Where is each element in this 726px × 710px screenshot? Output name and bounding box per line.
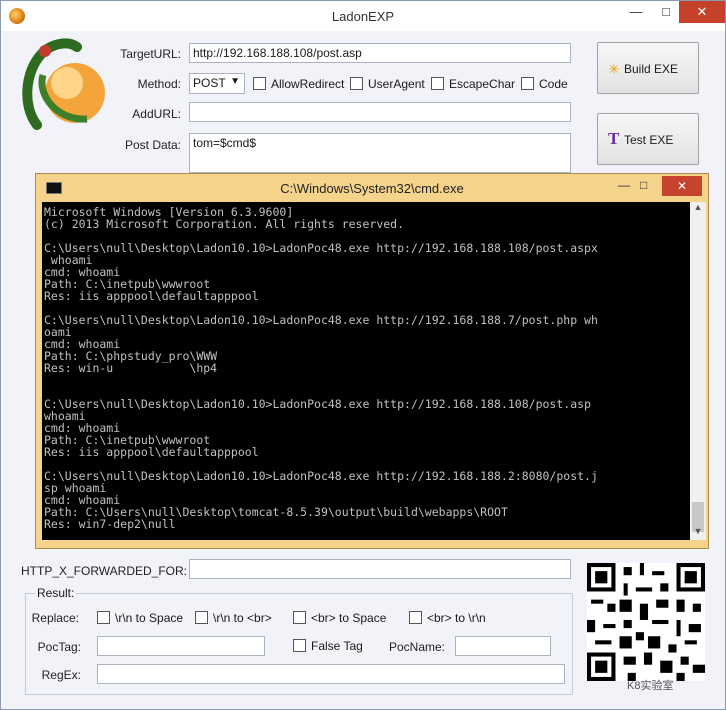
br-to-rn-label: <br> to \r\n [427,611,486,625]
http-x-forwarded-input[interactable] [189,559,571,579]
cmd-window[interactable]: C:\Windows\System32\cmd.exe — □ ✕ Micros… [35,173,709,549]
regex-input[interactable] [97,664,565,684]
post-data-textarea[interactable]: tom=$cmd$ [189,133,571,173]
close-button[interactable]: ✕ [679,1,725,23]
http-x-forwarded-label: HTTP_X_FORWARDED_FOR: [21,564,188,578]
cmd-maximize-button[interactable]: □ [640,178,647,192]
build-exe-label: Build EXE [624,62,679,76]
console-line: Res: win-u \hp4 [44,361,218,375]
test-exe-label: Test EXE [624,133,674,147]
allow-redirect-label: AllowRedirect [271,77,345,91]
false-tag-label: False Tag [311,639,363,653]
pocname-input[interactable] [455,636,551,656]
console-scrollbar[interactable]: ▲ ▼ [690,202,706,540]
maximize-button[interactable]: □ [651,1,681,23]
code-checkbox[interactable] [521,77,534,90]
poctag-label: PocTag: [37,640,81,654]
target-url-label: TargetURL: [120,47,181,61]
watermark-text: K8实验室 [627,680,674,692]
allow-redirect-checkbox[interactable] [253,77,266,90]
chevron-down-icon: ▼ [230,76,240,87]
minimize-button[interactable]: — [621,1,651,23]
dragon-logo-icon [22,38,105,130]
console-line: C:\Users\null\Desktop\Ladon10.10>LadonPo… [44,469,598,483]
user-agent-label: UserAgent [368,77,425,91]
method-select[interactable]: POST ▼ [189,73,245,94]
method-select-value: POST [193,76,226,90]
cmd-close-button[interactable]: ✕ [662,176,702,196]
br-to-space-checkbox[interactable] [293,611,306,624]
post-data-label: Post Data: [124,138,181,152]
cmd-title: C:\Windows\System32\cmd.exe [280,181,464,196]
scroll-down-icon[interactable]: ▼ [690,526,706,540]
pocname-label: PocName: [388,640,445,654]
escape-char-checkbox[interactable] [431,77,444,90]
console-line: oami [44,325,72,339]
poctag-input[interactable] [97,636,265,656]
console-line: (c) 2013 Microsoft Corporation. All righ… [44,217,405,231]
rn-to-space-label: \r\n to Space [115,611,184,625]
replace-label: Replace: [31,611,79,625]
qr-code-icon [587,563,705,681]
console-line: C:\Users\null\Desktop\Ladon10.10>LadonPo… [44,241,598,255]
test-exe-button[interactable]: T Test EXE [597,113,699,165]
console-line: Res: iis apppool\defaultapppool [44,445,259,459]
regex-label: RegEx: [41,668,81,682]
app-window: LadonEXP — □ ✕ TargetURL: http://192.168… [0,0,726,710]
console-line: C:\Users\null\Desktop\Ladon10.10>LadonPo… [44,397,591,411]
console-line: whoami [44,253,93,267]
console-line: whoami [44,409,86,423]
sparkle-icon: ✳ [608,61,620,77]
scroll-up-icon[interactable]: ▲ [690,202,706,216]
build-exe-button[interactable]: ✳ Build EXE [597,42,699,94]
rn-to-br-checkbox[interactable] [195,611,208,624]
console-line: Res: iis apppool\defaultapppool [44,289,259,303]
user-agent-checkbox[interactable] [350,77,363,90]
br-to-space-label: <br> to Space [311,611,387,625]
console-line: sp whoami [44,481,107,495]
br-to-rn-checkbox[interactable] [409,611,422,624]
add-url-input[interactable] [189,102,571,122]
console-output[interactable]: Microsoft Windows [Version 6.3.9600] (c) … [42,202,690,540]
method-label: Method: [137,77,181,91]
window-title: LadonEXP [331,9,395,24]
title-bar: LadonEXP — □ ✕ [1,1,725,31]
escape-char-label: EscapeChar [449,77,516,91]
add-url-label: AddURL: [132,107,181,121]
code-label: Code [539,77,568,91]
rn-to-br-label: \r\n to <br> [213,611,272,625]
result-title: Result: [35,586,77,600]
text-t-icon: T [608,129,620,148]
cmd-minimize-button[interactable]: — [618,178,630,192]
false-tag-checkbox[interactable] [293,639,306,652]
console-line: Res: win7-dep2\null [44,517,176,531]
cmd-title-bar: C:\Windows\System32\cmd.exe — □ ✕ [36,174,708,202]
console-line: C:\Users\null\Desktop\Ladon10.10>LadonPo… [44,313,598,327]
target-url-input[interactable]: http://192.168.188.108/post.asp [189,43,571,63]
rn-to-space-checkbox[interactable] [97,611,110,624]
